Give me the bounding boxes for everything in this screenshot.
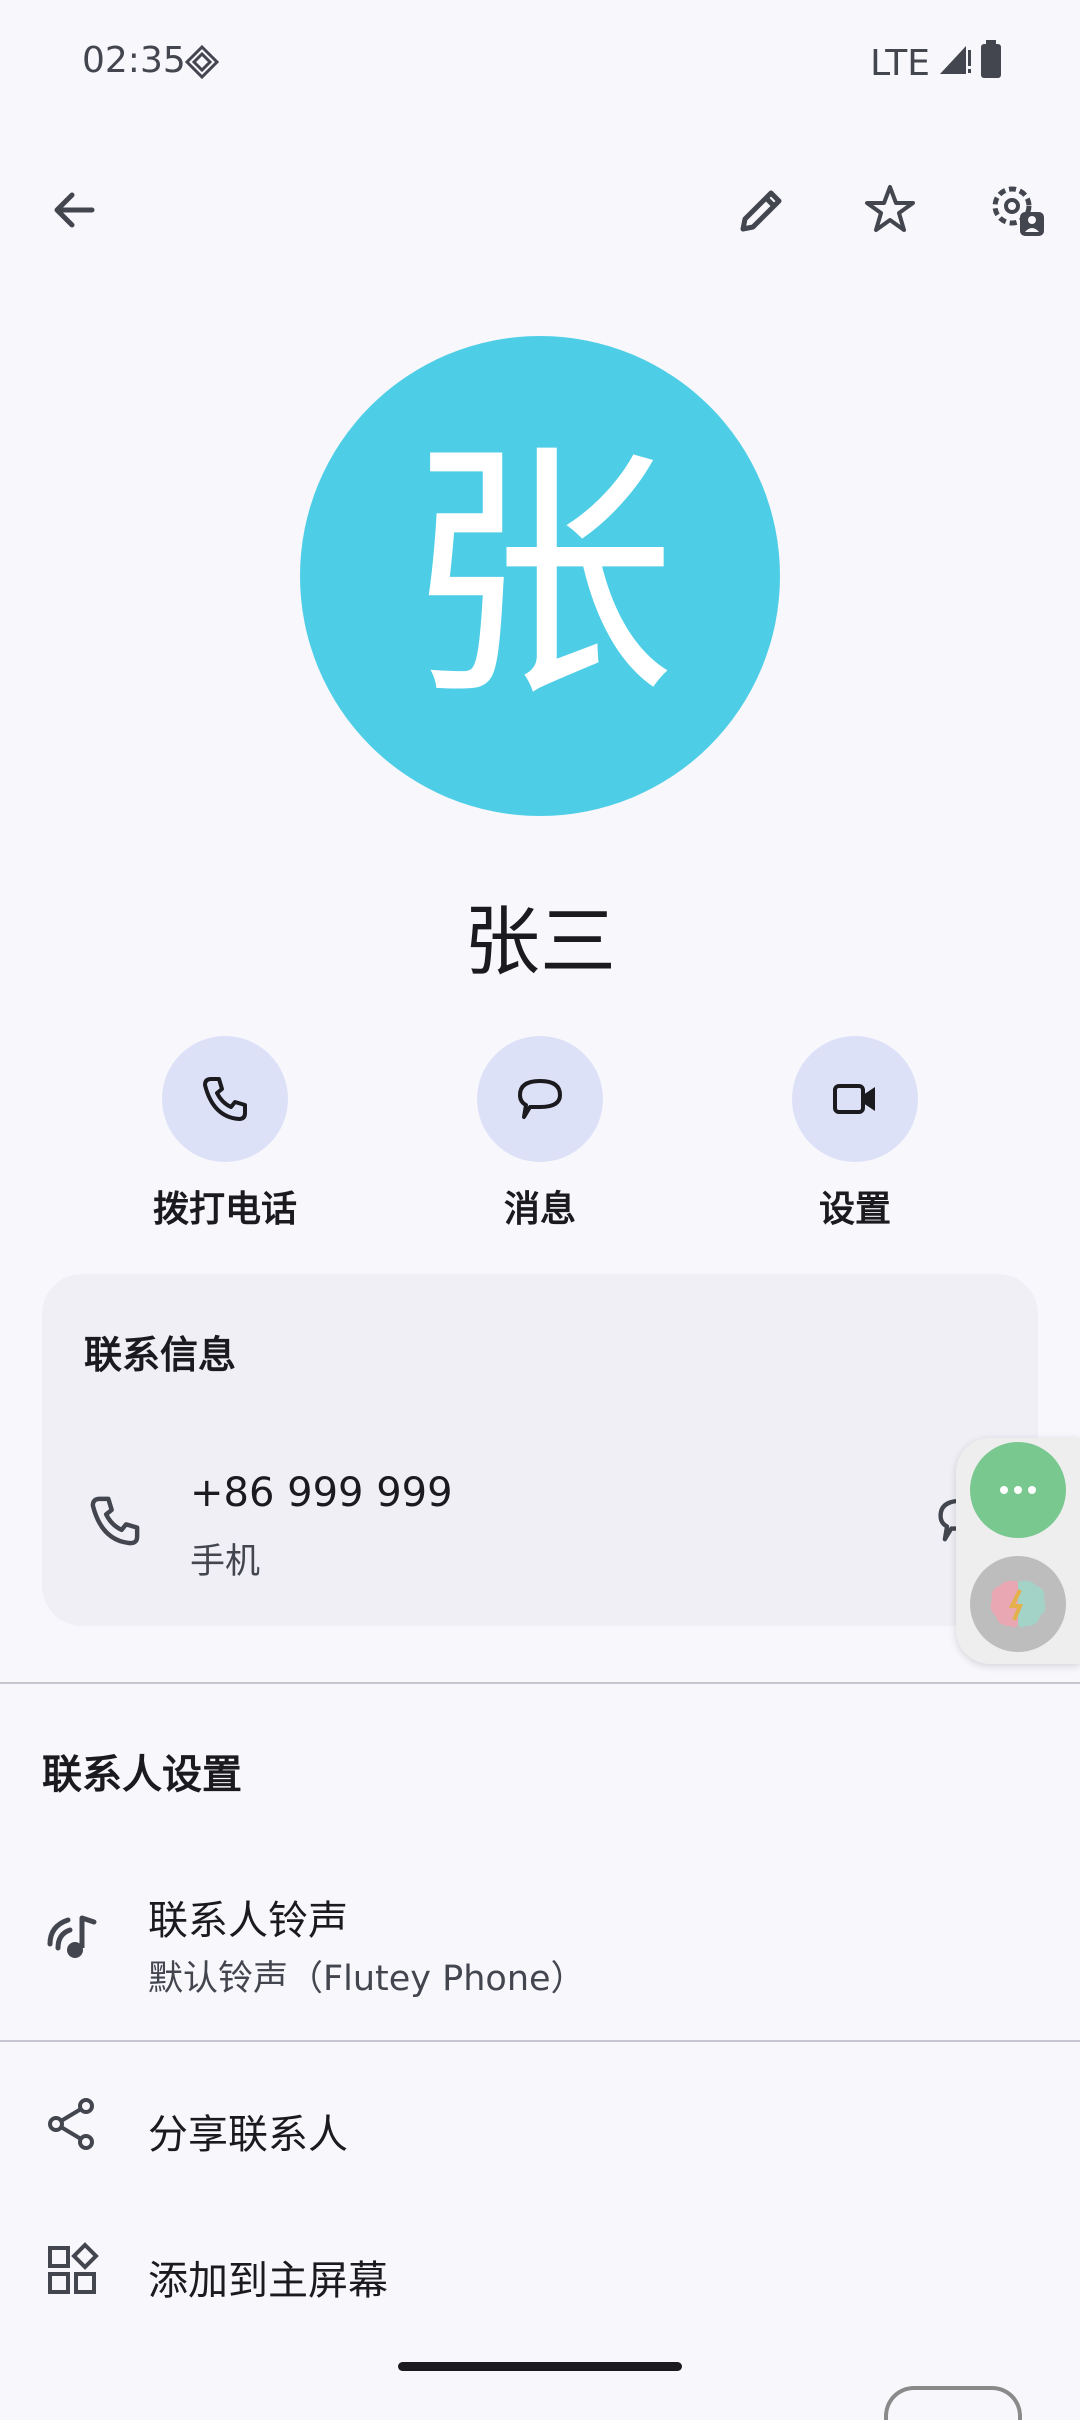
more-dots-icon [1000, 1486, 1036, 1494]
phone-icon [90, 1496, 140, 1546]
status-right: LTE [870, 40, 1002, 87]
message-label: 消息 [503, 1189, 576, 1230]
home-indicator[interactable] [398, 2362, 682, 2371]
ringtone-value: 默认铃声（Flutey Phone） [148, 1959, 586, 1999]
video-button-circle[interactable] [792, 1036, 918, 1162]
signal-icon [938, 42, 972, 85]
call-button-circle[interactable] [162, 1036, 288, 1162]
contact-info-title: 联系信息 [84, 1333, 237, 1377]
floating-more-button[interactable] [970, 1442, 1066, 1538]
avatar-letter: 张 [405, 418, 675, 733]
floating-brain-button[interactable] [970, 1556, 1066, 1652]
phone-type: 手机 [190, 1542, 261, 1582]
widgets-icon [42, 2240, 102, 2304]
pencil-icon [740, 190, 782, 232]
call-label: 拨打电话 [152, 1189, 297, 1230]
add-to-home-item[interactable]: 添加到主屏幕 [148, 2248, 388, 2306]
star-icon [865, 185, 915, 232]
contact-avatar: 张 [300, 336, 780, 816]
divider [0, 2040, 1080, 2042]
status-time: 02:35 [82, 40, 186, 81]
share-contact-item[interactable]: 分享联系人 [148, 2102, 348, 2160]
phone-icon [203, 1077, 247, 1121]
arrow-back-icon [54, 192, 95, 228]
video-label: 设置 [818, 1189, 891, 1230]
phone-number[interactable]: +86 999 999 [190, 1470, 453, 1516]
phone-row-icon [84, 1490, 146, 1556]
network-label: LTE [870, 43, 930, 84]
contact-settings-title: 联系人设置 [42, 1752, 242, 1798]
gear-person-icon [992, 186, 1044, 236]
contact-name: 张三 [464, 897, 616, 986]
brain-icon [990, 1580, 1046, 1628]
divider [0, 1682, 1080, 1684]
contact-settings-button[interactable] [978, 170, 1058, 250]
edit-button[interactable] [722, 170, 802, 250]
ringtone-icon [42, 1904, 102, 1968]
video-icon [833, 1084, 875, 1114]
message-button-circle[interactable] [477, 1036, 603, 1162]
favorite-button[interactable] [850, 170, 930, 250]
battery-icon [980, 40, 1002, 87]
ringtone-title[interactable]: 联系人铃声 [148, 1888, 348, 1946]
corner-handle [884, 2386, 1022, 2420]
sim-icon [184, 44, 220, 84]
message-icon [518, 1079, 562, 1119]
back-button[interactable] [34, 170, 114, 250]
video-action[interactable]: 设置 [725, 1036, 985, 1232]
share-icon [42, 2094, 102, 2158]
message-action[interactable]: 消息 [410, 1036, 670, 1232]
call-action[interactable]: 拨打电话 [95, 1036, 355, 1232]
